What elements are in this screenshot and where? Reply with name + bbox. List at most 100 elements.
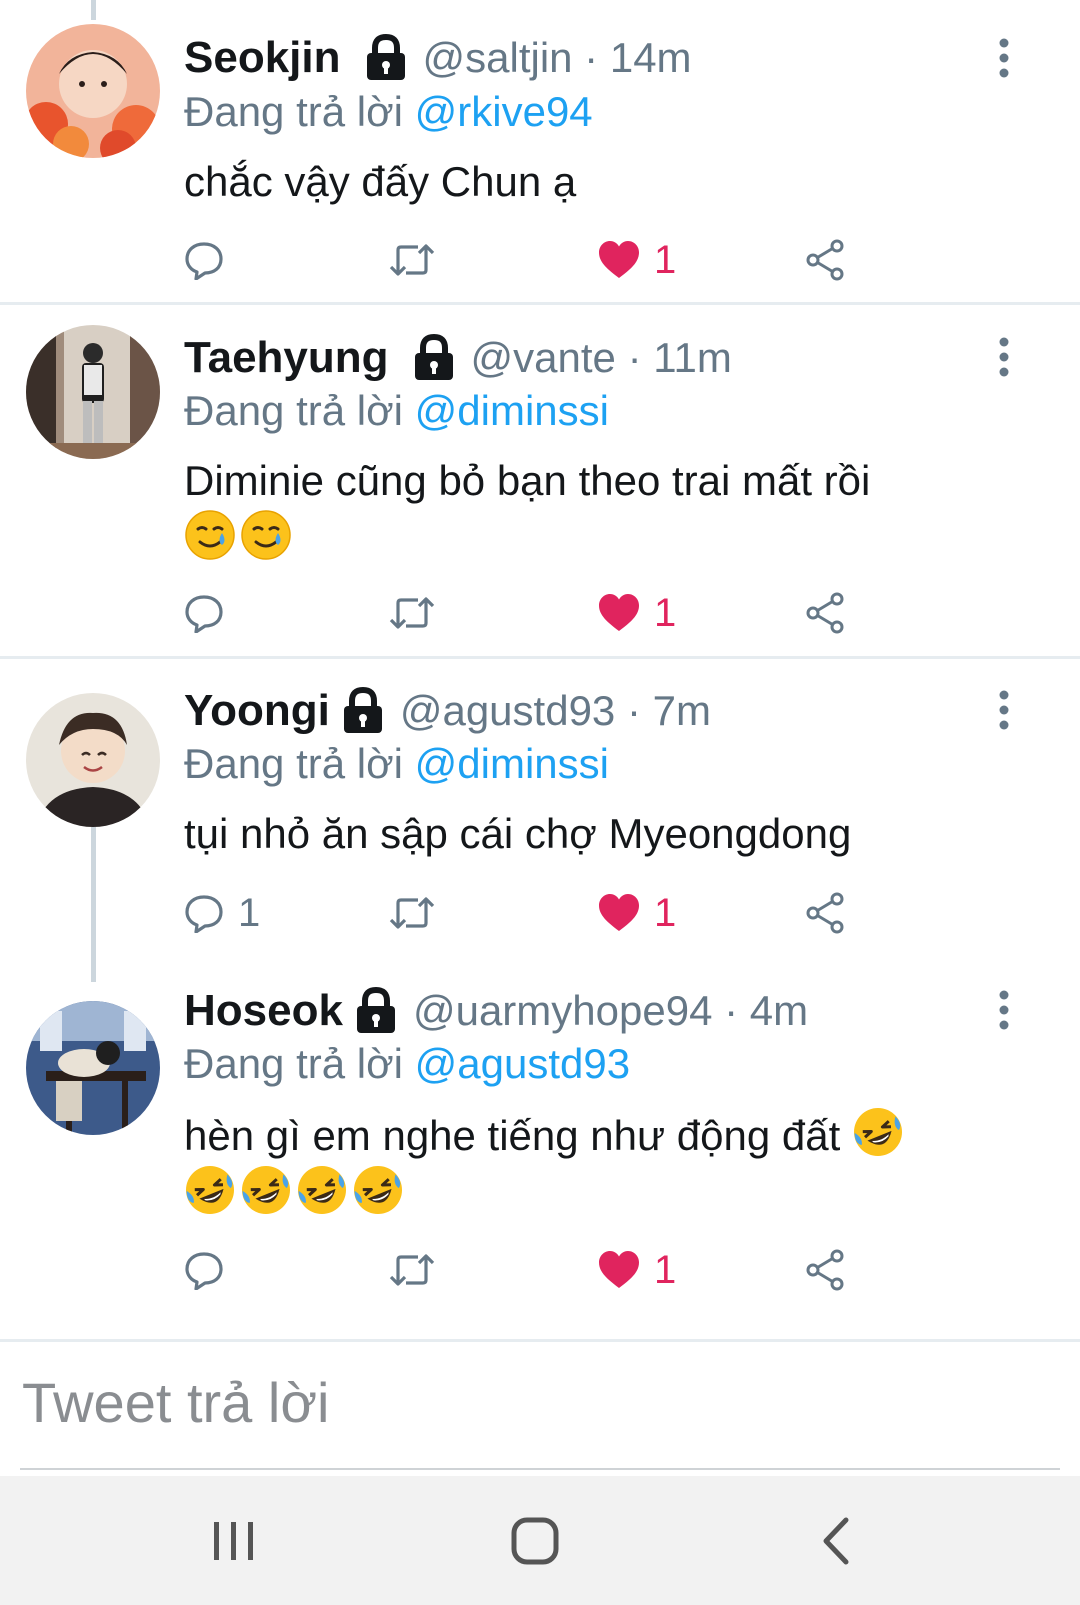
action-bar: 1 1 [184,888,884,938]
rolling-on-floor-laughing-icon [296,1164,348,1216]
share-icon [804,592,846,634]
back-icon[interactable] [806,1514,866,1568]
replying-label: Đang trả lời [184,1040,403,1087]
tweet-text: Diminie cũng bỏ bạn theo trai mất rồi [184,453,1014,567]
avatar[interactable] [26,1001,160,1135]
share-button[interactable] [804,1245,846,1295]
reply-button[interactable] [184,588,238,638]
like-count: 1 [654,237,677,282]
tweet-header: Hoseok @uarmyhope94 · 4m [184,983,808,1039]
mention-link[interactable]: @diminssi [415,387,609,434]
action-bar: 1 [184,235,884,285]
display-name[interactable]: Yoongi [184,686,330,736]
reply-input-underline [20,1468,1060,1470]
home-icon[interactable] [505,1514,565,1568]
display-name[interactable]: Taehyung [184,333,389,383]
lock-icon [355,987,397,1035]
tweet[interactable]: Yoongi @agustd93 · 7m Đang trả lời @dimi… [0,659,1080,979]
reply-icon [184,1250,224,1290]
reply-button[interactable] [184,235,238,285]
mention-link[interactable]: @agustd93 [415,1040,630,1087]
display-name[interactable]: Hoseok [184,986,343,1036]
reply-count: 1 [238,890,261,935]
like-count: 1 [654,1247,677,1292]
mention-link[interactable]: @rkive94 [415,88,593,135]
reply-button[interactable] [184,1245,238,1295]
like-button[interactable]: 1 [598,888,676,938]
retweet-button[interactable] [388,888,436,938]
replying-to: Đang trả lời @diminssi [184,387,609,435]
handle-and-time: @agustd93 · 7m [399,687,711,734]
replying-to: Đang trả lời @diminssi [184,740,609,788]
reply-icon [184,893,224,933]
reply-input[interactable]: Tweet trả lời [22,1370,329,1435]
system-nav-bar [0,1476,1080,1605]
lock-icon [365,34,407,82]
recent-apps-icon[interactable] [204,1514,264,1568]
share-button[interactable] [804,588,846,638]
handle-and-time: @saltjin · 14m [422,34,692,81]
avatar[interactable] [26,693,160,827]
retweet-button[interactable] [388,235,436,285]
rolling-on-floor-laughing-icon [240,1164,292,1216]
heart-icon [598,1250,640,1290]
share-button[interactable] [804,235,846,285]
tweet-header: Yoongi @agustd93 · 7m [184,683,711,739]
lock-icon [413,334,455,382]
replying-label: Đang trả lời [184,387,403,434]
share-icon [804,1249,846,1291]
tweet[interactable]: Seokjin @saltjin · 14m Đang trả lời @rki… [0,0,1080,305]
replying-to: Đang trả lời @rkive94 [184,88,593,136]
rolling-on-floor-laughing-icon [352,1164,404,1216]
retweet-icon [388,593,436,633]
heart-icon [598,240,640,280]
action-bar: 1 [184,1245,884,1295]
tweet-header: Seokjin @saltjin · 14m [184,30,692,86]
share-icon [804,239,846,281]
replying-to: Đang trả lời @agustd93 [184,1040,630,1088]
tweet-header: Taehyung @vante · 11m [184,330,732,386]
handle-and-time: @uarmyhope94 · 4m [412,987,809,1034]
heart-icon [598,593,640,633]
tweet-text-content: hèn gì em nghe tiếng như động đất [184,1112,841,1159]
more-vertical-icon[interactable] [996,38,1012,78]
tweet-text: chắc vậy đấy Chun ạ [184,154,1014,210]
share-icon [804,892,846,934]
tweet-text: hèn gì em nghe tiếng như động đất [184,1106,1014,1222]
tweet-text: tụi nhỏ ăn sập cái chợ Myeongdong [184,806,1014,862]
smiling-face-with-tear-icon [240,509,292,561]
avatar[interactable] [26,325,160,459]
replying-label: Đang trả lời [184,88,403,135]
display-name[interactable]: Seokjin [184,33,341,83]
retweet-button[interactable] [388,1245,436,1295]
tweet-text-content: chắc vậy đấy Chun ạ [184,158,577,205]
heart-icon [598,893,640,933]
like-button[interactable]: 1 [598,235,676,285]
smiling-face-with-tear-icon [184,509,236,561]
rolling-on-floor-laughing-icon [852,1106,904,1158]
like-count: 1 [654,590,677,635]
more-vertical-icon[interactable] [996,337,1012,377]
tweet[interactable]: Taehyung @vante · 11m Đang trả lời @dimi… [0,305,1080,658]
reply-button[interactable]: 1 [184,888,260,938]
tweet[interactable]: Hoseok @uarmyhope94 · 4m Đang trả lời @a… [0,979,1080,1339]
action-bar: 1 [184,588,884,638]
rolling-on-floor-laughing-icon [184,1164,236,1216]
reply-composer[interactable]: Tweet trả lời [0,1342,1080,1472]
more-vertical-icon[interactable] [996,690,1012,730]
retweet-icon [388,240,436,280]
replying-label: Đang trả lời [184,740,403,787]
handle-and-time: @vante · 11m [470,334,732,381]
reply-icon [184,240,224,280]
like-button[interactable]: 1 [598,1245,676,1295]
tweet-text-content: Diminie cũng bỏ bạn theo trai mất rồi [184,457,871,504]
like-count: 1 [654,890,677,935]
avatar[interactable] [26,24,160,158]
lock-icon [342,687,384,735]
share-button[interactable] [804,888,846,938]
like-button[interactable]: 1 [598,588,676,638]
retweet-icon [388,893,436,933]
mention-link[interactable]: @diminssi [415,740,609,787]
more-vertical-icon[interactable] [996,990,1012,1030]
retweet-button[interactable] [388,588,436,638]
